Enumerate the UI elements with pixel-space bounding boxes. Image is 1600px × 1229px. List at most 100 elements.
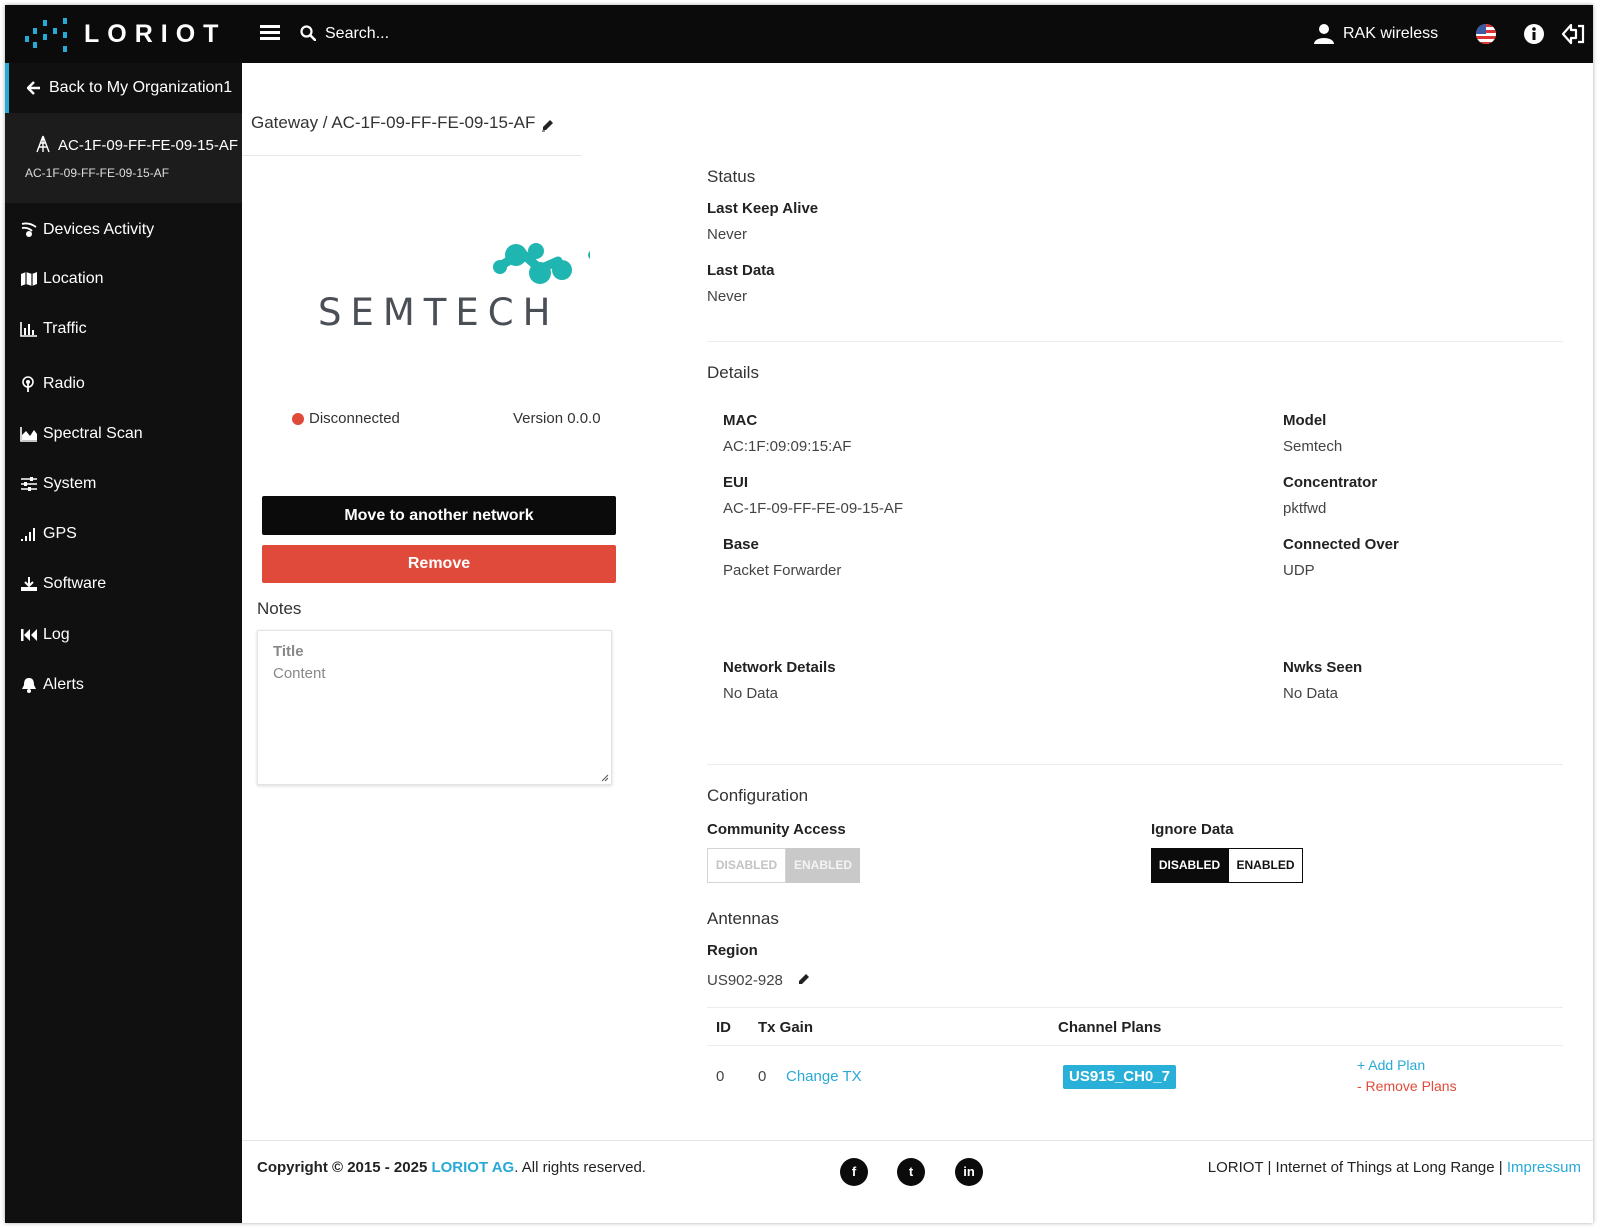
sidebar-item-log[interactable]: Log — [5, 615, 242, 655]
status-heading: Status — [707, 167, 756, 186]
download-icon — [21, 577, 37, 591]
community-disabled-option[interactable]: DISABLED — [707, 848, 786, 883]
search-input[interactable] — [325, 23, 565, 45]
region-label: Region — [707, 942, 758, 959]
ignore-enabled-option[interactable]: ENABLED — [1228, 848, 1303, 883]
resize-handle-icon[interactable] — [601, 774, 609, 782]
base-label: Base — [723, 536, 759, 553]
connection-status: Disconnected — [309, 410, 400, 427]
facebook-icon[interactable]: f — [840, 1158, 868, 1186]
sidebar-item-radio[interactable]: Radio — [5, 364, 242, 404]
flag-us-icon[interactable] — [1475, 24, 1497, 44]
sidebar-item-label: Spectral Scan — [43, 425, 143, 442]
app-window: LORIOT RAK wireless — [5, 5, 1593, 1223]
mac-value: AC:1F:09:09:15:AF — [723, 438, 852, 455]
bar-chart-icon — [20, 322, 37, 337]
configuration-heading: Configuration — [707, 786, 809, 805]
copyright-prefix: Copyright © 2015 - 2025 — [257, 1159, 432, 1176]
sidebar-item-label: System — [43, 475, 97, 492]
semtech-logo: SEMTECH — [310, 233, 590, 334]
status-indicator — [292, 413, 304, 425]
sidebar-item-label: Alerts — [43, 676, 84, 693]
sidebar-item-gps[interactable]: GPS — [5, 514, 242, 554]
pencil-icon[interactable] — [541, 118, 555, 132]
connected-over-label: Connected Over — [1283, 536, 1399, 553]
firmware-version: Version 0.0.0 — [513, 410, 601, 427]
area-chart-icon — [20, 427, 37, 442]
last-keep-alive-label: Last Keep Alive — [707, 200, 819, 217]
network-details-value: No Data — [723, 685, 779, 702]
sidebar-item-system[interactable]: System — [5, 464, 242, 504]
change-tx-link[interactable]: Change TX — [786, 1068, 862, 1085]
sidebar-item-label: Log — [43, 626, 70, 643]
sidebar-item-label: Location — [43, 270, 104, 287]
remove-plans-link[interactable]: - Remove Plans — [1357, 1078, 1457, 1094]
gateway-id: AC-1F-09-FF-FE-09-15-AF — [25, 166, 170, 180]
move-to-network-button[interactable]: Move to another network — [262, 496, 616, 535]
column-header-id: ID — [716, 1019, 731, 1036]
sidebar-item-alerts[interactable]: Alerts — [5, 665, 242, 705]
mac-label: MAC — [723, 412, 758, 429]
sidebar: Back to My Organization1 AC-1F-09-FF-FE-… — [5, 63, 242, 1223]
user-name[interactable]: RAK wireless — [1343, 25, 1438, 43]
channel-plan-badge[interactable]: US915_CH0_7 — [1063, 1065, 1176, 1089]
divider — [707, 341, 1563, 342]
antennas-heading: Antennas — [707, 909, 779, 928]
model-label: Model — [1283, 412, 1327, 429]
company-link[interactable]: LORIOT AG — [431, 1159, 514, 1176]
logo-text: LORIOT — [84, 20, 227, 48]
details-heading: Details — [707, 363, 759, 382]
last-data-value: Never — [707, 288, 748, 305]
linkedin-icon[interactable]: in — [955, 1158, 983, 1186]
sidebar-item-devices-activity[interactable]: Devices Activity — [5, 210, 242, 250]
add-plan-link[interactable]: + Add Plan — [1357, 1057, 1425, 1073]
sidebar-item-location[interactable]: Location — [5, 259, 242, 299]
ignore-data-label: Ignore Data — [1151, 821, 1234, 838]
map-icon — [21, 272, 37, 286]
logout-icon[interactable] — [1561, 23, 1585, 45]
community-enabled-option[interactable]: ENABLED — [786, 848, 860, 883]
divider — [707, 764, 1563, 765]
last-data-label: Last Data — [707, 262, 775, 279]
sidebar-item-spectral-scan[interactable]: Spectral Scan — [5, 414, 242, 454]
bell-icon — [22, 678, 36, 693]
ignore-disabled-option[interactable]: DISABLED — [1151, 848, 1228, 883]
menu-icon[interactable] — [260, 25, 280, 41]
pencil-icon[interactable] — [797, 972, 811, 986]
impressum-link[interactable]: Impressum — [1507, 1159, 1581, 1176]
nwks-seen-label: Nwks Seen — [1283, 659, 1363, 676]
antenna-tx-gain: 0 — [758, 1068, 767, 1085]
footer: Copyright © 2015 - 2025 LORIOT AG. All r… — [242, 1140, 1593, 1223]
community-access-toggle: DISABLED ENABLED — [707, 848, 860, 883]
nwks-seen-value: No Data — [1283, 685, 1339, 702]
sliders-icon — [21, 477, 37, 491]
loriot-logo[interactable]: LORIOT — [21, 14, 231, 54]
search-icon[interactable] — [300, 25, 316, 41]
rewind-icon — [21, 629, 37, 641]
model-value: Semtech — [1283, 438, 1343, 455]
sidebar-item-label: Devices Activity — [43, 221, 155, 238]
divider — [707, 1007, 1563, 1008]
sidebar-item-software[interactable]: Software — [5, 564, 242, 604]
top-bar: LORIOT RAK wireless — [5, 5, 1593, 63]
divider — [242, 155, 582, 156]
signal-icon — [21, 528, 35, 541]
info-icon[interactable] — [1523, 23, 1545, 45]
notes-title-input[interactable] — [273, 643, 593, 660]
notes-card — [257, 630, 612, 785]
user-icon[interactable] — [1313, 23, 1335, 45]
gateway-name: AC-1F-09-FF-FE-09-15-AF — [58, 137, 239, 154]
twitter-icon[interactable]: t — [897, 1158, 925, 1186]
footer-tagline-text: LORIOT | Internet of Things at Long Rang… — [1207, 1159, 1507, 1176]
eui-label: EUI — [723, 474, 749, 491]
notes-content-input[interactable] — [273, 665, 603, 775]
connected-over-value: UDP — [1283, 562, 1315, 579]
column-header-tx-gain: Tx Gain — [758, 1019, 814, 1036]
devices-icon — [21, 222, 37, 237]
back-to-organization-link[interactable]: Back to My Organization1 — [5, 63, 242, 113]
breadcrumb: Gateway / AC-1F-09-FF-FE-09-15-AF — [251, 113, 536, 132]
semtech-wordmark: SEMTECH — [318, 291, 560, 334]
sidebar-item-traffic[interactable]: Traffic — [5, 309, 242, 349]
remove-gateway-button[interactable]: Remove — [262, 545, 616, 583]
sidebar-item-label: Software — [43, 575, 107, 592]
